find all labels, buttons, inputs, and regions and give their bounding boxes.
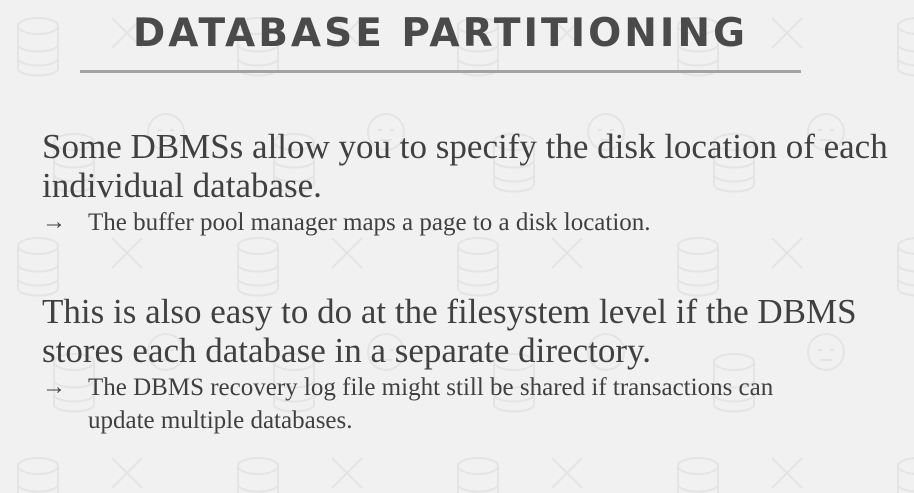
slide-title: DATABASE PARTITIONING xyxy=(132,11,749,56)
content-block-filesystem: This is also easy to do at the filesyste… xyxy=(42,292,902,437)
sub-point: → The buffer pool manager maps a page to… xyxy=(42,206,902,239)
content-block-disk-location: Some DBMSs allow you to specify the disk… xyxy=(42,127,902,239)
main-text: This is also easy to do at the filesyste… xyxy=(42,292,857,370)
arrow-icon: → xyxy=(42,209,66,235)
sub-point-text: The DBMS recovery log file might still b… xyxy=(88,374,774,434)
arrow-icon: → xyxy=(42,374,66,400)
sub-point: → The DBMS recovery log file might still… xyxy=(42,371,902,437)
slide: DATABASE PARTITIONING Some DBMSs allow y… xyxy=(0,0,914,493)
title-underline xyxy=(80,70,801,73)
sub-point-text: The buffer pool manager maps a page to a… xyxy=(88,209,651,236)
main-text: Some DBMSs allow you to specify the disk… xyxy=(42,127,888,205)
